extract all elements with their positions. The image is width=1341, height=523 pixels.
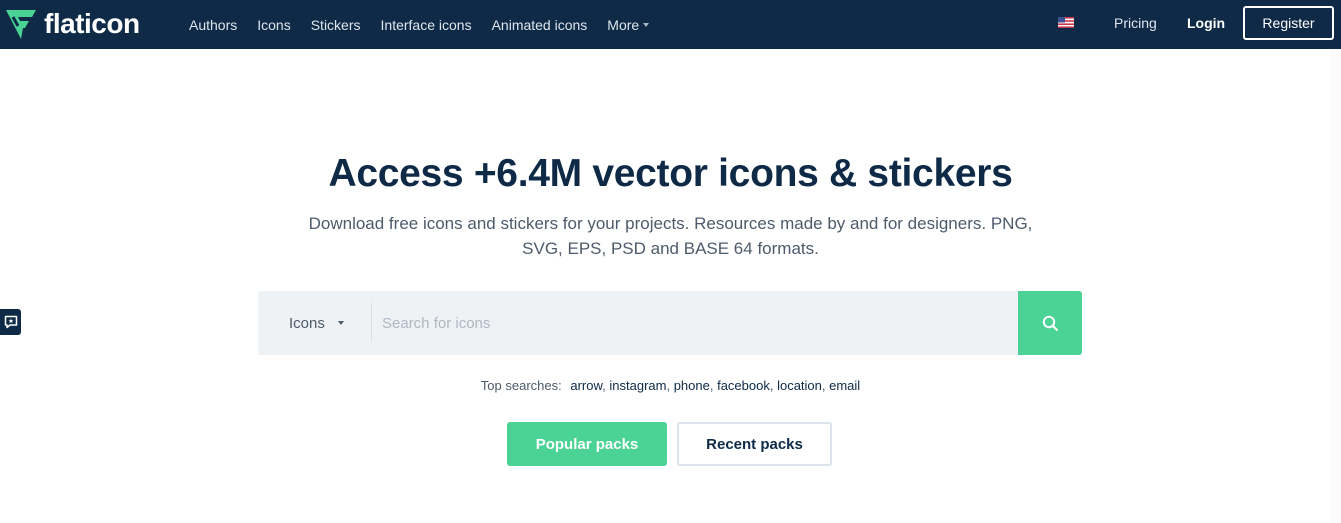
nav-more-label: More bbox=[607, 16, 640, 33]
top-search-instagram[interactable]: instagram bbox=[609, 378, 666, 393]
login-link[interactable]: Login bbox=[1187, 15, 1225, 31]
feedback-icon bbox=[4, 315, 17, 329]
top-navigation-bar: flaticon Authors Icons Stickers Interfac… bbox=[0, 0, 1341, 49]
logo-text: flaticon bbox=[44, 8, 140, 39]
top-search-location[interactable]: location bbox=[777, 378, 822, 393]
search-button[interactable] bbox=[1018, 291, 1082, 355]
hero-title: Access +6.4M vector icons & stickers bbox=[328, 152, 1013, 195]
chevron-down-icon bbox=[337, 321, 344, 325]
search-type-dropdown[interactable]: Icons bbox=[258, 291, 371, 355]
top-searches: Top searches: arrow, instagram, phone, f… bbox=[480, 378, 861, 393]
search-input[interactable] bbox=[372, 291, 1018, 355]
nav-animated-icons[interactable]: Animated icons bbox=[492, 17, 588, 33]
search-icon bbox=[1042, 315, 1058, 331]
us-flag-icon[interactable] bbox=[1058, 17, 1074, 28]
top-searches-label: Top searches: bbox=[480, 378, 562, 393]
chevron-down-icon bbox=[643, 22, 650, 27]
nav-icons[interactable]: Icons bbox=[257, 17, 290, 33]
recent-packs-button[interactable]: Recent packs bbox=[677, 422, 832, 466]
nav-interface-icons[interactable]: Interface icons bbox=[381, 17, 472, 33]
nav-more[interactable]: More bbox=[607, 16, 650, 33]
nav-stickers[interactable]: Stickers bbox=[311, 17, 361, 33]
flaticon-logo[interactable]: flaticon bbox=[4, 7, 140, 41]
flaticon-logo-icon bbox=[6, 10, 36, 39]
nav-authors[interactable]: Authors bbox=[189, 17, 237, 33]
main-nav: Authors Icons Stickers Interface icons A… bbox=[189, 0, 669, 49]
top-search-facebook[interactable]: facebook bbox=[717, 378, 770, 393]
popular-packs-button[interactable]: Popular packs bbox=[507, 422, 667, 466]
pricing-link[interactable]: Pricing bbox=[1114, 15, 1157, 31]
top-search-arrow[interactable]: arrow bbox=[570, 378, 602, 393]
hero-subtitle: Download free icons and stickers for you… bbox=[308, 214, 1033, 258]
top-search-phone[interactable]: phone bbox=[674, 378, 710, 393]
register-button[interactable]: Register bbox=[1243, 6, 1334, 40]
search-bar: Icons bbox=[258, 291, 1082, 355]
search-type-label: Icons bbox=[289, 314, 325, 332]
feedback-button[interactable] bbox=[0, 309, 21, 335]
top-search-email[interactable]: email bbox=[829, 378, 860, 393]
scrollbar-track[interactable] bbox=[1330, 49, 1341, 523]
